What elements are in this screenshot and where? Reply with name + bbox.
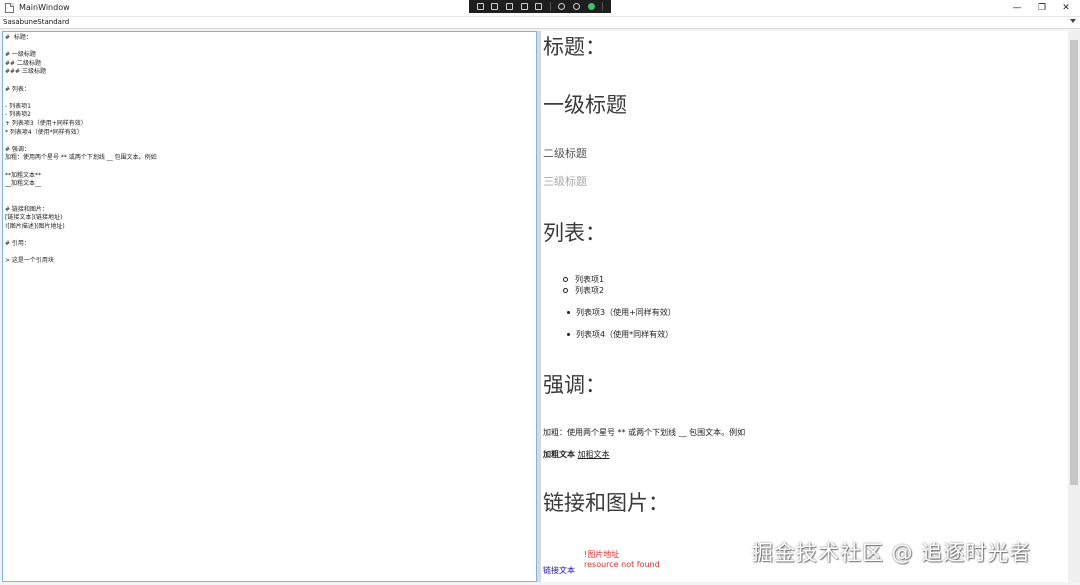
preview-link[interactable]: 链接文本 (543, 565, 575, 576)
list-item-label: 列表项3（使用+同样有效） (576, 308, 676, 317)
window-title: MainWindow (19, 3, 70, 12)
disc-bullet-icon (567, 333, 570, 336)
list-item: 列表项1 (563, 274, 604, 285)
font-select-value: SasabuneStandard (3, 18, 70, 26)
disc-bullet-icon (567, 311, 570, 314)
editor-line: # 引用： (5, 240, 30, 248)
list-item: 列表项3（使用+同样有效） (567, 307, 676, 318)
select-element-icon[interactable] (476, 3, 484, 10)
preview-list-heading: 列表： (543, 221, 606, 245)
chevron-down-icon[interactable] (1070, 19, 1076, 23)
editor-line: 加粗：使用两个星号 ** 或两个下划线 __ 包围文本。例如 (5, 154, 157, 162)
editor-line: + 列表项3（使用+同样有效） (5, 119, 87, 127)
editor-line: # 标题： (5, 34, 32, 41)
display-layout-icon[interactable] (505, 3, 513, 10)
emphasis-example: 加粗文本 加粗文本 (543, 449, 610, 460)
editor-line: - 列表项1 (5, 102, 31, 110)
editor-line: # 链接和图片： (5, 205, 48, 213)
emphasis-paragraph: 加粗：使用两个星号 ** 或两个下划线 __ 包围文本。例如 (543, 428, 746, 437)
list-item-label: 列表项2 (575, 286, 605, 295)
toolbar-divider (549, 2, 551, 11)
markdown-preview: 标题： 一级标题 二级标题 三级标题 列表： 列表项1 列表项2 列表项3（使用… (541, 31, 1068, 582)
bold-text: 加粗文本 (543, 450, 575, 459)
upload-icon[interactable] (572, 3, 580, 10)
editor-line: ## 二级标题 (5, 59, 41, 67)
status-ok-icon[interactable] (587, 3, 595, 10)
circle-bullet-icon (563, 288, 568, 293)
editor-line: > 这是一个引用块 (5, 257, 54, 265)
scrollbar-thumb[interactable] (1070, 40, 1078, 485)
list-item-label: 列表项1 (575, 275, 605, 284)
title-bar: MainWindow — ❐ ✕ (0, 0, 1080, 17)
debug-toolbar (469, 0, 611, 13)
underlined-text: 加粗文本 (577, 450, 610, 459)
markdown-editor[interactable]: # 标题： # 一级标题 ## 二级标题 ### 三级标题 # 列表： - 列表… (2, 31, 537, 582)
preview-links-heading: 链接和图片： (543, 491, 669, 515)
preview-h3: 三级标题 (543, 175, 587, 188)
editor-line: __加粗文本__ (5, 180, 42, 188)
close-button[interactable]: ✕ (1052, 0, 1080, 16)
preview-heading-title: 标题： (543, 35, 606, 59)
list-item: 列表项4（使用*同样有效） (567, 329, 673, 340)
editor-line: - 列表项2 (5, 111, 31, 119)
image-error-text: resource not found (584, 560, 660, 569)
list-item: 列表项2 (563, 285, 604, 296)
image-alt-text: !图片地址 (584, 550, 620, 559)
hot-reload-icon[interactable] (535, 3, 543, 10)
watermark: 掘金技术社区 @ 追逐时光者 (752, 541, 1032, 565)
accessibility-icon[interactable] (558, 3, 566, 10)
editor-line: # 一级标题 (5, 51, 36, 59)
app-icon (5, 3, 14, 13)
preview-emphasis-heading: 强调： (543, 373, 606, 397)
toolbar-divider-2 (602, 2, 604, 11)
preview-h1: 一级标题 (543, 93, 627, 117)
editor-line: **加粗文本** (5, 171, 42, 179)
editor-line: ### 三级标题 (5, 68, 46, 76)
list-item-label: 列表项4（使用*同样有效） (576, 330, 674, 339)
font-family-select[interactable]: SasabuneStandard (0, 17, 1080, 29)
editor-line: # 列表： (5, 85, 30, 93)
editor-line: [链接文本](链接地址) (5, 214, 63, 222)
preview-h2: 二级标题 (543, 147, 587, 160)
editor-line: * 列表项4（使用*同样有效） (5, 128, 83, 136)
track-focus-icon[interactable] (520, 3, 528, 10)
circle-bullet-icon (563, 277, 568, 282)
camera-icon[interactable] (491, 3, 499, 10)
editor-line: ![图片描述](图片地址) (5, 223, 65, 231)
minimize-button[interactable]: — (1003, 0, 1031, 16)
